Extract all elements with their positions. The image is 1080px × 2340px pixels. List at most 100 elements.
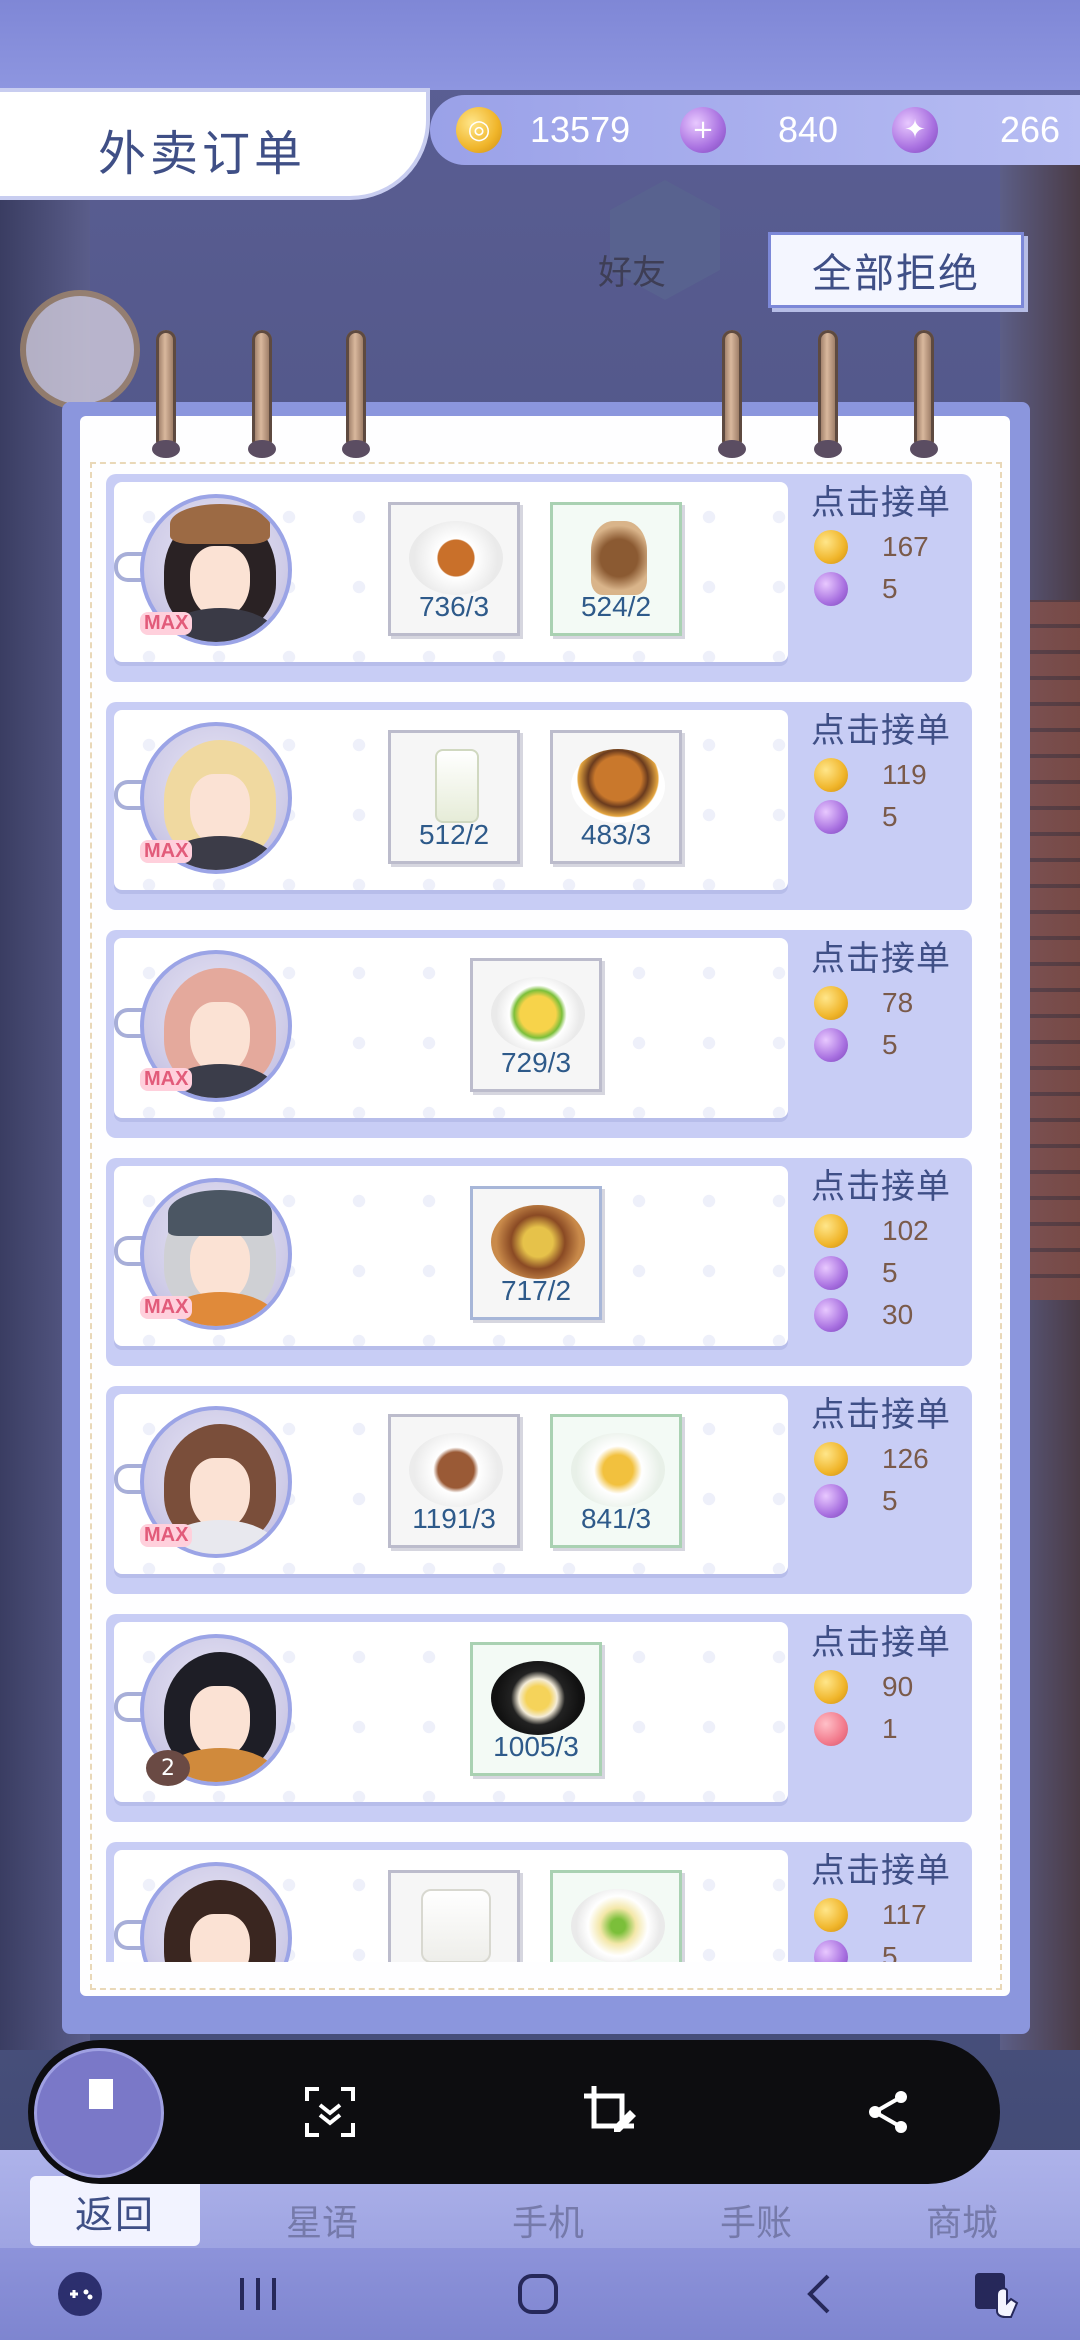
accept-order-button[interactable]: 点击接单: [796, 936, 966, 982]
currency-stamina[interactable]: + 840: [680, 95, 838, 165]
reward-value: 126: [882, 1443, 929, 1474]
dish-quantity: 483/3: [580, 819, 652, 850]
order-row[interactable]: 2 1005/3 点击接单 90 1: [106, 1614, 972, 1822]
dish-slot: 512/2: [388, 730, 520, 864]
milk-cup-icon: [421, 1889, 491, 1962]
coin-icon: [814, 1898, 848, 1932]
dish-slot: [550, 1870, 682, 1962]
order-row[interactable]: MAX 717/2 点击接单 102 5 30: [106, 1158, 972, 1366]
touch-lock-icon[interactable]: [966, 2264, 1026, 2324]
background-clock: [20, 290, 140, 410]
reward-panel: 点击接单 102 5 30: [796, 1164, 966, 1336]
coin-icon: [814, 1442, 848, 1476]
purple-gem-icon: [814, 1028, 848, 1062]
order-card: [114, 1850, 788, 1962]
glass-of-milk-icon: [435, 749, 479, 823]
reject-all-button[interactable]: 全部拒绝: [768, 232, 1024, 308]
pudding-icon: [491, 1661, 585, 1735]
pie-icon: [491, 1205, 585, 1279]
binder-ring: [910, 330, 938, 458]
purple-gem-icon: [814, 1940, 848, 1962]
binder-ring: [152, 330, 180, 458]
recent-apps-icon[interactable]: [228, 2264, 288, 2324]
dish-slot: 729/3: [470, 958, 602, 1092]
crop-edit-icon[interactable]: [578, 2080, 642, 2144]
dish-slot: 841/3: [550, 1414, 682, 1548]
background-brick-wall: [1030, 600, 1080, 1300]
reward-value: 30: [882, 1299, 914, 1330]
currency-gems[interactable]: ✦ 266: [892, 95, 1060, 165]
reward-panel: 点击接单 78 5: [796, 936, 966, 1066]
coin-icon: [814, 530, 848, 564]
purple-gem-icon: [814, 572, 848, 606]
currency-coins[interactable]: ◎ 13579: [456, 95, 630, 165]
screenshot-thumbnail[interactable]: [34, 2048, 164, 2178]
reward-panel: 点击接单 90 1: [796, 1620, 966, 1750]
heart-icon: [814, 1712, 848, 1746]
coin-count: 13579: [530, 109, 631, 150]
page-title: 外卖订单: [98, 126, 307, 182]
reward-panel: 点击接单 117 5: [796, 1848, 966, 1962]
dish-quantity: 1191/3: [412, 1503, 496, 1534]
avatar-face: [190, 1914, 250, 1962]
intimacy-badge: MAX: [140, 612, 193, 635]
accept-order-button[interactable]: 点击接单: [796, 708, 966, 754]
coin-icon: [814, 1214, 848, 1248]
hamburger-icon: [571, 749, 665, 823]
binder-ring: [342, 330, 370, 458]
currency-bar: ◎ 13579 + 840 ✦ 266: [430, 95, 1080, 165]
order-row[interactable]: MAX 512/2 483/3 点击接单 119 5: [106, 702, 972, 910]
binder-ring: [814, 330, 842, 458]
dish-quantity: 717/2: [500, 1275, 572, 1306]
dish-quantity: 1005/3: [493, 1731, 579, 1762]
accept-order-button[interactable]: 点击接单: [796, 1848, 966, 1894]
dish-slot: 524/2: [550, 502, 682, 636]
dish-slot: 717/2: [470, 1186, 602, 1320]
binder-ring: [248, 330, 276, 458]
reward-panel: 点击接单 167 5: [796, 480, 966, 610]
order-card: MAX 729/3: [114, 938, 788, 1118]
purple-gem-icon: [814, 1484, 848, 1518]
stamina-add-icon: +: [680, 107, 726, 153]
dish-slot: 483/3: [550, 730, 682, 864]
order-row[interactable]: MAX 729/3 点击接单 78 5: [106, 930, 972, 1138]
dish-quantity: 841/3: [580, 1503, 652, 1534]
beret-icon: [170, 504, 270, 544]
nav-item-shop[interactable]: 商城: [926, 2194, 998, 2246]
accept-order-button[interactable]: 点击接单: [796, 480, 966, 526]
order-row[interactable]: 点击接单 117 5: [106, 1842, 972, 1962]
reward-value: 5: [882, 573, 898, 604]
nav-item-stars[interactable]: 星语: [286, 2194, 358, 2246]
dish-quantity: 512/2: [418, 819, 490, 850]
reward-value: 5: [882, 1257, 898, 1288]
intimacy-badge: MAX: [140, 840, 193, 863]
nav-item-phone[interactable]: 手机: [512, 2194, 584, 2246]
friends-label: 好友: [598, 253, 666, 293]
accept-order-button[interactable]: 点击接单: [796, 1392, 966, 1438]
avatar[interactable]: [140, 1862, 292, 1962]
home-icon[interactable]: [508, 2264, 568, 2324]
order-row[interactable]: MAX 1191/3 841/3 点击接单 126 5: [106, 1386, 972, 1594]
order-card: MAX 1191/3 841/3: [114, 1394, 788, 1574]
title-tab: 外卖订单: [0, 88, 430, 200]
accept-order-button[interactable]: 点击接单: [796, 1164, 966, 1210]
purple-gem-icon: [814, 1298, 848, 1332]
share-icon[interactable]: [856, 2080, 920, 2144]
scroll-capture-icon[interactable]: [298, 2080, 362, 2144]
return-button[interactable]: 返回: [30, 2176, 200, 2246]
egg-dish-icon: [571, 1433, 665, 1507]
intimacy-level-badge: 2: [146, 1750, 190, 1786]
dish-quantity: 729/3: [500, 1047, 572, 1078]
coin-icon: ◎: [456, 107, 502, 153]
coin-icon: [814, 1670, 848, 1704]
game-launcher-icon[interactable]: [50, 2264, 110, 2324]
back-icon[interactable]: [790, 2264, 850, 2324]
order-card: MAX 736/3 524/2: [114, 482, 788, 662]
accept-order-button[interactable]: 点击接单: [796, 1620, 966, 1666]
reward-value: 5: [882, 1485, 898, 1516]
reward-panel: 点击接单 119 5: [796, 708, 966, 838]
gem-count: 266: [1000, 109, 1061, 150]
nav-item-journal[interactable]: 手账: [720, 2194, 792, 2246]
order-row[interactable]: MAX 736/3 524/2 点击接单 167 5: [106, 474, 972, 682]
stamina-count: 840: [778, 109, 839, 150]
